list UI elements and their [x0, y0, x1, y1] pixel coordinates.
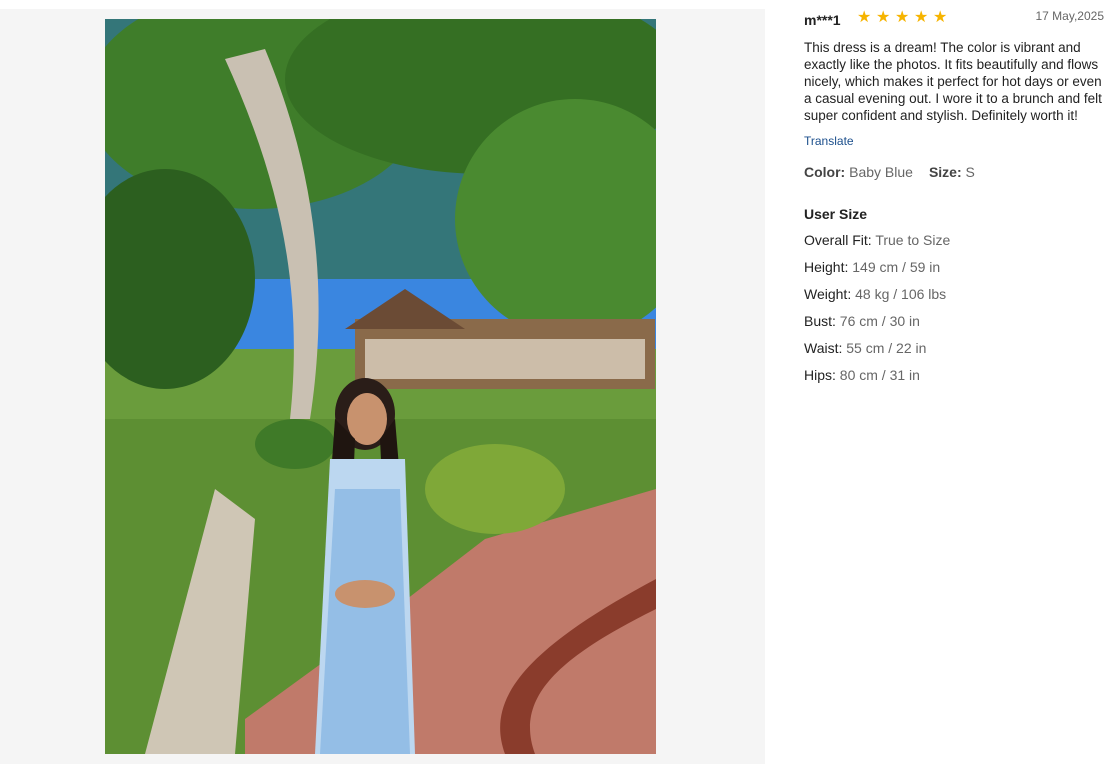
reviewer-name: m***1 [804, 12, 841, 28]
size-row-weight: Weight: 48 kg / 106 lbs [804, 286, 1104, 303]
size-row-bust: Bust: 76 cm / 30 in [804, 313, 1104, 330]
star-icon: ★ [895, 7, 910, 26]
size-row-value: 55 cm / 22 in [846, 340, 927, 356]
star-icon: ★ [914, 7, 929, 26]
size-row-value: 48 kg / 106 lbs [855, 286, 947, 302]
review-header: m***1 ★ ★ ★ ★ ★ 17 May,2025 [804, 9, 1104, 29]
size-row-value: 80 cm / 31 in [839, 367, 920, 383]
star-icon: ★ [876, 7, 891, 26]
star-icon: ★ [857, 7, 872, 26]
size-row-label: Overall Fit: [804, 232, 872, 248]
size-row-height: Height: 149 cm / 59 in [804, 259, 1104, 276]
size-row-overall-fit: Overall Fit: True to Size [804, 232, 1104, 249]
size-value: S [965, 164, 975, 180]
review-date: 17 May,2025 [1035, 9, 1105, 23]
review-content: m***1 ★ ★ ★ ★ ★ 17 May,2025 This dress i… [804, 9, 1104, 384]
purchase-attributes: Color: Baby Blue Size: S [804, 164, 1104, 180]
color-label: Color: [804, 164, 846, 180]
color-value: Baby Blue [849, 164, 913, 180]
size-row-waist: Waist: 55 cm / 22 in [804, 340, 1104, 357]
translate-link[interactable]: Translate [804, 134, 854, 148]
size-row-label: Height: [804, 259, 849, 275]
size-row-label: Hips: [804, 367, 836, 383]
review-photo-image [105, 19, 656, 754]
size-attribute: Size: S [929, 164, 975, 180]
rating-stars: ★ ★ ★ ★ ★ [857, 9, 949, 25]
size-label: Size: [928, 164, 962, 180]
review-photo-panel [0, 9, 765, 764]
size-row-label: Bust: [804, 313, 836, 329]
review-photo[interactable] [105, 19, 656, 754]
star-icon: ★ [933, 7, 948, 26]
user-size-title: User Size [804, 206, 868, 222]
review-text: This dress is a dream! The color is vibr… [804, 40, 1102, 123]
size-row-label: Weight: [804, 286, 852, 302]
size-row-value: True to Size [875, 232, 951, 248]
size-row-value: 149 cm / 59 in [852, 259, 941, 275]
color-attribute: Color: Baby Blue [804, 164, 913, 180]
size-row-label: Waist: [804, 340, 843, 356]
size-row-value: 76 cm / 30 in [839, 313, 920, 329]
size-row-hips: Hips: 80 cm / 31 in [804, 367, 1104, 384]
